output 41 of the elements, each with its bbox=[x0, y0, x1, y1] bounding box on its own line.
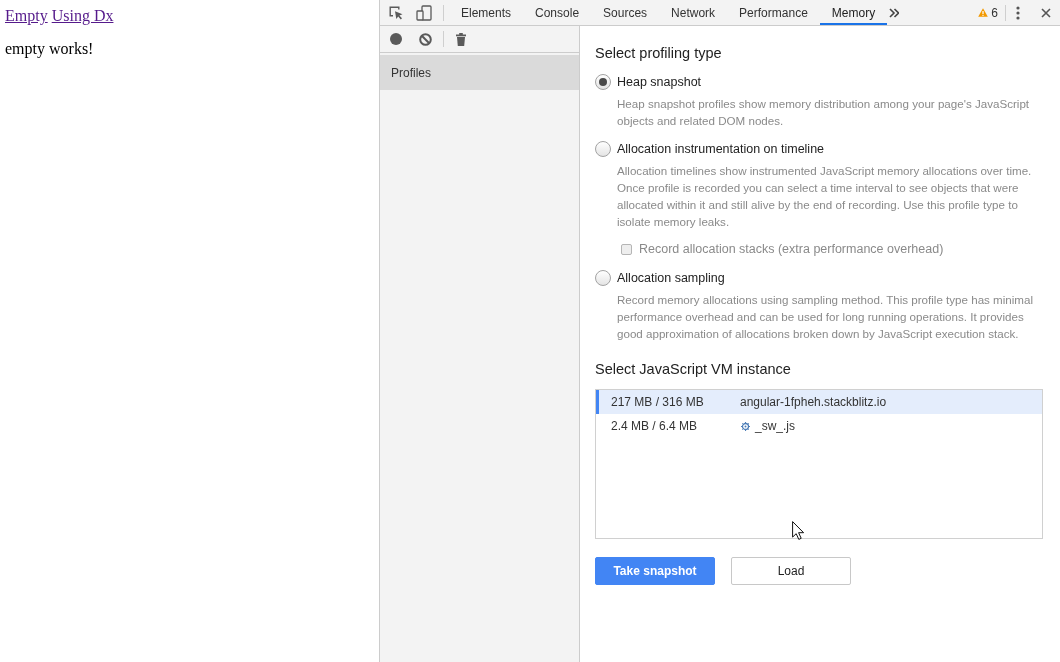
take-snapshot-button[interactable]: Take snapshot bbox=[595, 557, 715, 585]
tab[interactable]: Console bbox=[523, 0, 592, 25]
devices-icon[interactable] bbox=[416, 4, 432, 21]
warning-count: 6 bbox=[991, 5, 998, 20]
load-button[interactable]: Load bbox=[731, 557, 851, 585]
section-heading: Select profiling type bbox=[595, 44, 722, 63]
sidebar-section-header: Profiles bbox=[380, 55, 579, 90]
vm-instance-row[interactable]: 217 MB / 316 MB angular-1fpheh.stackblitz.io bbox=[596, 390, 1042, 414]
double-chevron-icon[interactable] bbox=[889, 7, 900, 18]
link[interactable]: Empty bbox=[5, 7, 48, 24]
tab[interactable]: Network bbox=[659, 0, 728, 25]
radio-button[interactable] bbox=[595, 74, 611, 90]
record-icon[interactable] bbox=[390, 33, 402, 45]
gear-icon bbox=[741, 421, 750, 431]
more-icon[interactable] bbox=[1016, 5, 1020, 20]
page-text: empty works! bbox=[5, 40, 95, 58]
vm-instance-list[interactable]: 217 MB / 316 MB angular-1fpheh.stackblitz.io 2.4 MB / 6.4 MB _sw_.js bbox=[595, 389, 1043, 539]
radio-label: Allocation instrumentation on timeline bbox=[617, 142, 825, 156]
tab[interactable]: Sources bbox=[591, 0, 660, 25]
close-icon[interactable] bbox=[1041, 7, 1051, 18]
option-description: Allocation timelines show instrumented JavaScript memory allocations over time. Once profile is recorded you can select a time interval to see objects that were allocated within it and still alive by the end of recording. Use this profile type to isolate memory leaks. bbox=[617, 163, 1033, 230]
checkbox-label: Record allocation stacks (extra performance overhead) bbox=[639, 242, 944, 256]
tab[interactable]: Performance bbox=[727, 0, 820, 25]
radio-label: Allocation sampling bbox=[617, 271, 725, 285]
memory-usage: 2.4 MB / 6.4 MB bbox=[611, 419, 699, 433]
vm-instance-name: _sw_.js bbox=[755, 419, 795, 433]
link[interactable]: Using Dx bbox=[51, 7, 114, 24]
section-heading: Select JavaScript VM instance bbox=[595, 360, 791, 379]
tab[interactable]: Elements bbox=[449, 0, 524, 25]
trash-icon[interactable] bbox=[456, 32, 466, 46]
radio-button[interactable] bbox=[595, 141, 611, 157]
vm-instance-row[interactable]: 2.4 MB / 6.4 MB _sw_.js bbox=[596, 414, 1042, 438]
option-description: Heap snapshot profiles show memory distribution among your page's JavaScript objects and related DOM nodes. bbox=[617, 96, 1031, 129]
vm-instance-name: angular-1fpheh.stackblitz.io bbox=[740, 395, 887, 409]
memory-usage: 217 MB / 316 MB bbox=[611, 395, 705, 409]
radio-button[interactable] bbox=[595, 270, 611, 286]
option-description: Record memory allocations using sampling method. This profile type has minimal performance overhead and can be used for long running operations. It provides good approximation of allocations broken down by JavaScript execution stack. bbox=[617, 292, 1035, 342]
mouse-pointer-icon bbox=[792, 521, 804, 540]
radio-label: Heap snapshot bbox=[617, 75, 702, 89]
clear-icon[interactable] bbox=[419, 32, 432, 46]
inspect-icon[interactable] bbox=[388, 4, 404, 21]
